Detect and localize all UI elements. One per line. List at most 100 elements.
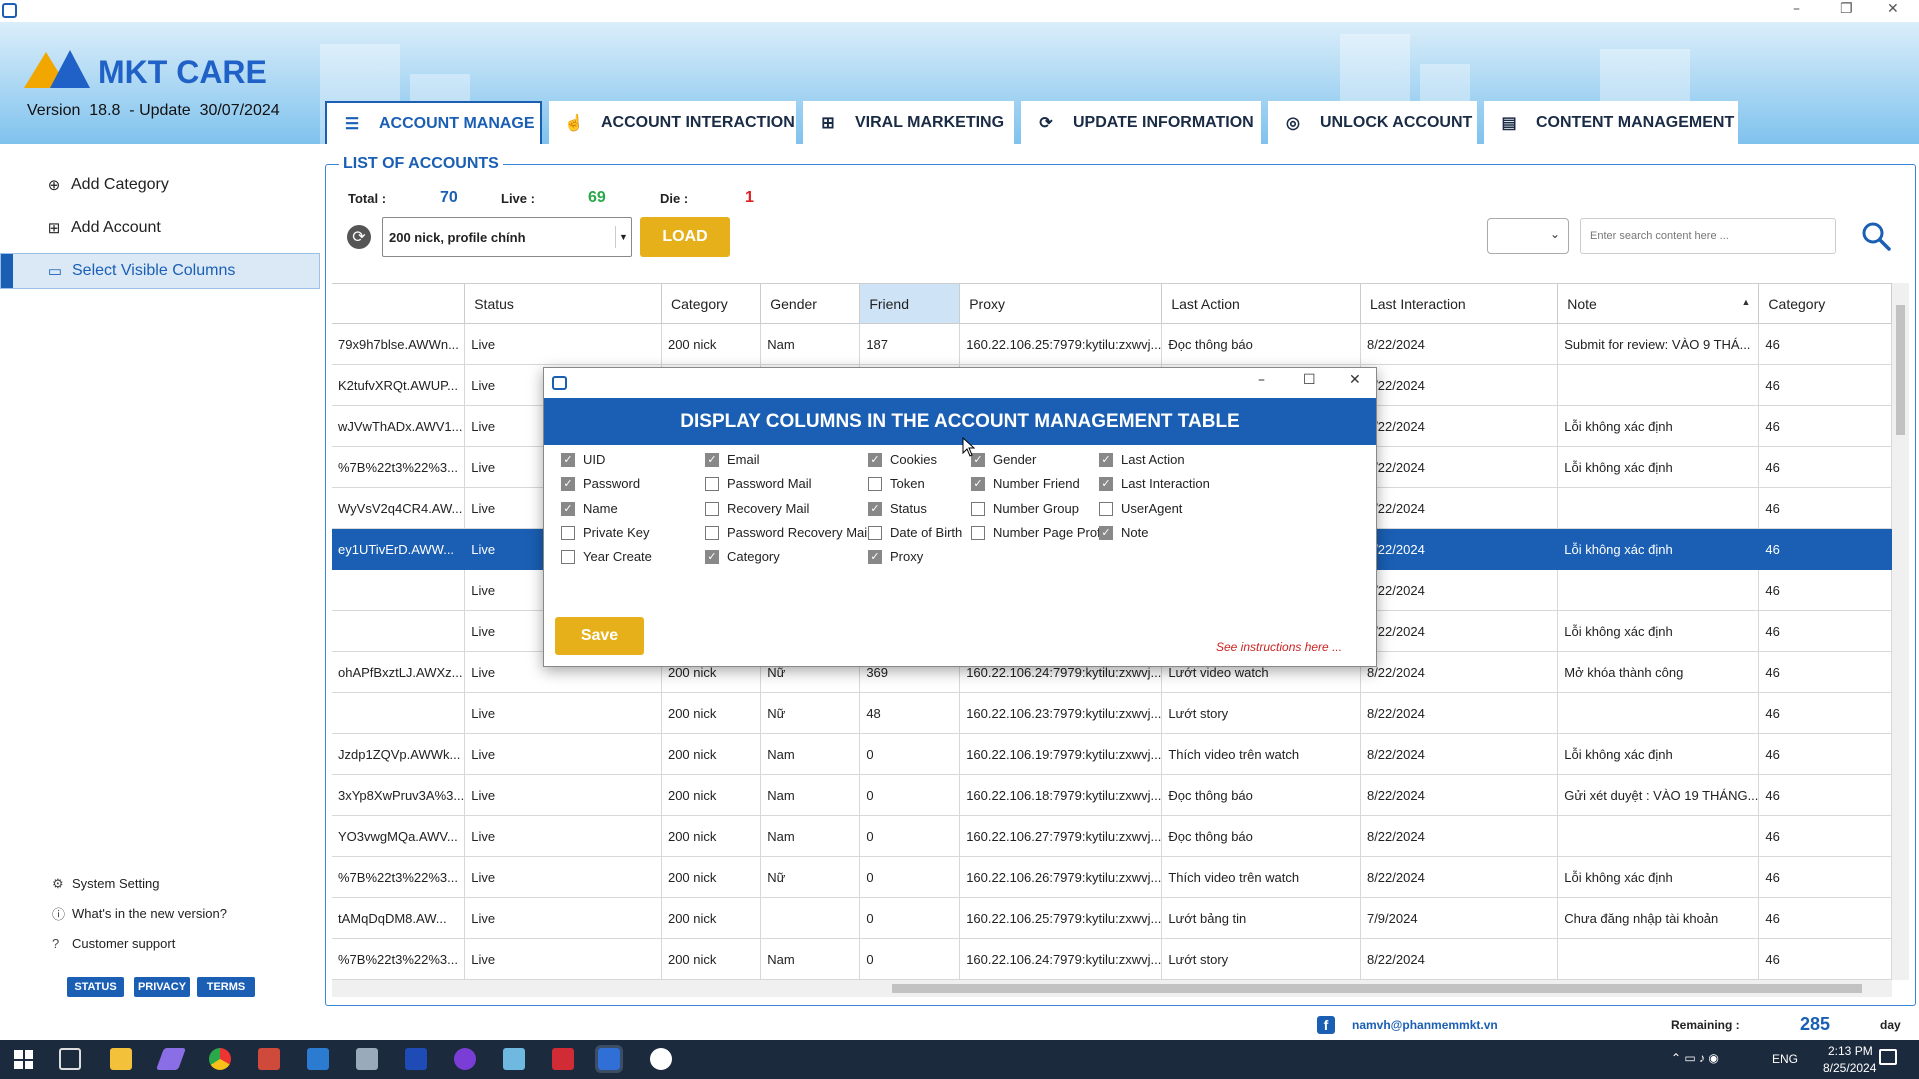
column-header[interactable]: Status <box>464 283 662 324</box>
checkbox-checked-icon[interactable]: ✓ <box>868 549 882 564</box>
column-checkbox[interactable]: ✓ Proxy <box>868 549 923 564</box>
column-checkbox[interactable]: ✓ Last Action <box>1099 452 1185 467</box>
terms-badge-button[interactable]: TERMS <box>197 977 255 997</box>
app-icon-1[interactable] <box>258 1048 280 1070</box>
checkbox-checked-icon[interactable]: ✓ <box>868 501 882 516</box>
checkbox-empty-icon[interactable] <box>971 501 985 516</box>
checkbox-empty-icon[interactable] <box>705 525 719 540</box>
tab-viral-marketing[interactable]: ⊞ VIRAL MARKETING <box>803 101 1014 144</box>
task-view-icon[interactable] <box>59 1048 81 1070</box>
app-icon-4[interactable] <box>405 1048 427 1070</box>
app-icon-5[interactable] <box>454 1048 476 1070</box>
checkbox-empty-icon[interactable] <box>705 476 719 491</box>
whats-new-link[interactable]: ⓘ What's in the new version? <box>52 906 227 922</box>
customer-support-link[interactable]: ? Customer support <box>52 936 175 951</box>
column-checkbox[interactable]: Password Recovery Mail <box>705 525 870 540</box>
column-checkbox[interactable]: Year Create <box>561 549 652 564</box>
table-row[interactable]: 3xYp8XwPruv3A%3... Live 200 nick Nam 0 160.22… <box>332 774 1892 816</box>
checkbox-checked-icon[interactable]: ✓ <box>705 549 719 564</box>
category-combobox[interactable]: 200 nick, profile chính ▼ <box>382 217 632 257</box>
column-header[interactable]: Friend <box>859 283 961 324</box>
refresh-icon[interactable]: ⟳ <box>347 225 371 249</box>
column-checkbox[interactable]: Private Key <box>561 525 649 540</box>
checkbox-empty-icon[interactable] <box>971 525 985 540</box>
search-icon[interactable] <box>1860 220 1892 252</box>
system-setting-link[interactable]: ⚙ System Setting <box>52 876 159 892</box>
column-checkbox[interactable]: ✓ Number Friend <box>971 476 1080 491</box>
column-checkbox[interactable]: ✓ Gender <box>971 452 1036 467</box>
checkbox-checked-icon[interactable]: ✓ <box>705 452 719 467</box>
mkt-care-taskbar-icon[interactable] <box>595 1045 623 1073</box>
column-checkbox[interactable]: ✓ Cookies <box>868 452 937 467</box>
clock-date[interactable]: 8/25/2024 <box>1823 1061 1876 1075</box>
dialog-close-button[interactable]: ✕ <box>1349 372 1361 388</box>
vertical-scrollbar[interactable] <box>1892 283 1909 980</box>
column-checkbox[interactable]: Token <box>868 476 925 491</box>
table-row[interactable]: YO3vwgMQa.AWV... Live 200 nick Nam 0 160.22.1… <box>332 815 1892 857</box>
checkbox-checked-icon[interactable]: ✓ <box>561 501 575 516</box>
checkbox-checked-icon[interactable]: ✓ <box>868 452 882 467</box>
chrome-icon[interactable] <box>209 1048 231 1070</box>
checkbox-empty-icon[interactable] <box>1099 501 1113 516</box>
horizontal-scrollbar[interactable] <box>332 980 1892 997</box>
checkbox-empty-icon[interactable] <box>705 501 719 516</box>
sidebar-item-add-category[interactable]: ⊕ Add Category <box>0 167 320 203</box>
file-explorer-icon[interactable] <box>110 1048 132 1070</box>
column-checkbox[interactable]: ✓ Password <box>561 476 640 491</box>
table-row[interactable]: %7B%22t3%22%3... Live 200 nick Nữ 0 160.22.10… <box>332 856 1892 898</box>
close-button[interactable]: ✕ <box>1887 1 1899 17</box>
app-icon-7[interactable] <box>552 1048 574 1070</box>
column-checkbox[interactable]: ✓ Note <box>1099 525 1148 540</box>
filter-dropdown[interactable]: ⌄ <box>1487 218 1569 254</box>
sidebar-item-add-account[interactable]: ⊞ Add Account <box>0 210 320 246</box>
column-checkbox[interactable]: UserAgent <box>1099 501 1182 516</box>
column-checkbox[interactable]: ✓ Category <box>705 549 780 564</box>
checkbox-checked-icon[interactable]: ✓ <box>1099 476 1113 491</box>
tab-account-manage[interactable]: ☰ ACCOUNT MANAGE <box>325 101 542 144</box>
sidebar-item-select-visible-columns[interactable]: ▭ Select Visible Columns <box>0 253 320 289</box>
column-checkbox[interactable]: ✓ Email <box>705 452 760 467</box>
save-button[interactable]: Save <box>555 617 644 655</box>
column-checkbox[interactable]: ✓ Last Interaction <box>1099 476 1210 491</box>
app-icon-3[interactable] <box>356 1048 378 1070</box>
dialog-minimize-button[interactable]: – <box>1258 372 1265 388</box>
notification-icon[interactable] <box>1879 1049 1897 1065</box>
app-icon-8[interactable] <box>650 1048 672 1070</box>
load-button[interactable]: LOAD <box>640 217 730 257</box>
minimize-button[interactable]: – <box>1793 1 1800 17</box>
privacy-badge-button[interactable]: PRIVACY <box>134 977 190 997</box>
column-header[interactable]: Category <box>1758 283 1892 324</box>
status-badge-button[interactable]: STATUS <box>67 977 124 997</box>
column-header[interactable]: Proxy <box>959 283 1163 324</box>
windows-start-icon[interactable] <box>14 1050 33 1069</box>
column-checkbox[interactable]: ✓ Name <box>561 501 618 516</box>
clock-time[interactable]: 2:13 PM <box>1828 1044 1873 1058</box>
column-header[interactable]: Gender <box>760 283 861 324</box>
column-checkbox[interactable]: Number Page Profi <box>971 525 1104 540</box>
table-row[interactable]: Jzdp1ZQVp.AWWk... Live 200 nick Nam 0 160.22.… <box>332 733 1892 775</box>
checkbox-empty-icon[interactable] <box>561 525 575 540</box>
column-checkbox[interactable]: Password Mail <box>705 476 812 491</box>
checkbox-empty-icon[interactable] <box>868 476 882 491</box>
checkbox-empty-icon[interactable] <box>561 549 575 564</box>
tray-icons[interactable]: ⌃ ▭ ♪ ◉ <box>1671 1051 1719 1065</box>
checkbox-checked-icon[interactable]: ✓ <box>1099 452 1113 467</box>
checkbox-empty-icon[interactable] <box>868 525 882 540</box>
app-icon-2[interactable] <box>307 1048 329 1070</box>
tab-unlock-account[interactable]: ◎ UNLOCK ACCOUNT <box>1268 101 1477 144</box>
tab-update-information[interactable]: ⟳ UPDATE INFORMATION <box>1021 101 1261 144</box>
table-row[interactable]: 79x9h7blse.AWWn... Live 200 nick Nam 187 160.… <box>332 323 1892 365</box>
column-checkbox[interactable]: ✓ UID <box>561 452 605 467</box>
tab-account-interaction[interactable]: ☝ ACCOUNT INTERACTION <box>549 101 796 144</box>
search-input[interactable]: Enter search content here ... <box>1580 218 1836 254</box>
column-checkbox[interactable]: Date of Birth <box>868 525 962 540</box>
column-header[interactable]: Note ▲ <box>1557 283 1760 324</box>
checkbox-checked-icon[interactable]: ✓ <box>561 476 575 491</box>
maximize-button[interactable]: ❐ <box>1840 1 1853 17</box>
column-checkbox[interactable]: Recovery Mail <box>705 501 809 516</box>
facebook-icon[interactable]: f <box>1317 1016 1335 1034</box>
instructions-link[interactable]: See instructions here ... <box>1216 640 1342 654</box>
chevron-down-icon[interactable]: ▼ <box>615 226 631 248</box>
column-checkbox[interactable]: ✓ Status <box>868 501 927 516</box>
table-row[interactable]: Live 200 nick Nữ 48 160.22.106.23:7979:kytil… <box>332 692 1892 734</box>
